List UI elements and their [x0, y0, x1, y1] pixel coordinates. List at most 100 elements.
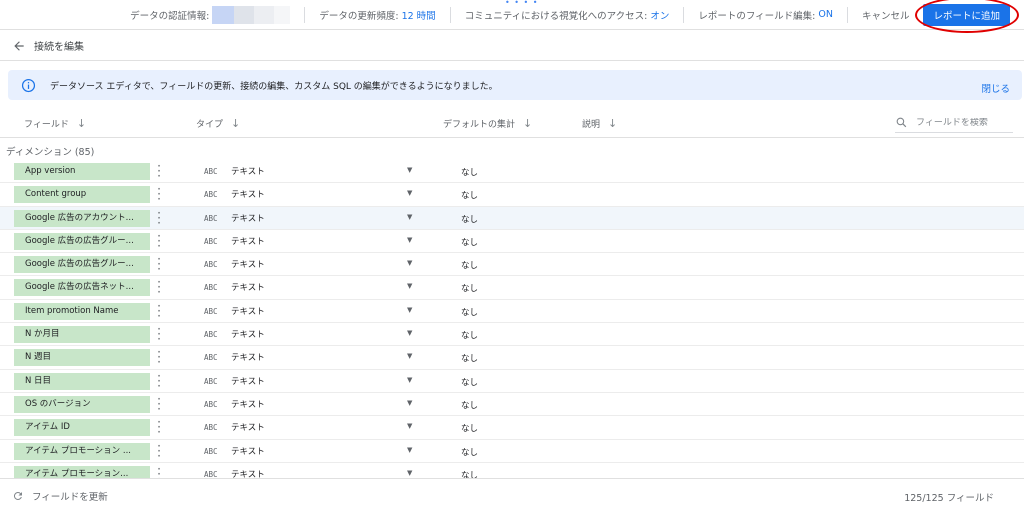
default-agg-value[interactable]: なし: [461, 259, 478, 271]
more-vert-icon[interactable]: ···: [156, 416, 162, 438]
more-vert-icon[interactable]: ···: [156, 323, 162, 345]
field-name-chip[interactable]: Content group: [14, 186, 150, 204]
column-header-type[interactable]: タイプ ↓: [196, 117, 240, 130]
sort-arrow-icon[interactable]: ↓: [523, 117, 532, 130]
type-dropdown[interactable]: テキスト ▼: [231, 328, 421, 342]
column-header-default-agg[interactable]: デフォルトの集計 ↓: [443, 117, 532, 130]
more-vert-icon[interactable]: ···: [156, 160, 162, 182]
community-access-setting[interactable]: コミュニティにおける視覚化へのアクセス: オン: [451, 6, 685, 23]
default-agg-value[interactable]: なし: [461, 376, 478, 388]
sort-arrow-icon[interactable]: ↓: [231, 117, 240, 130]
drag-handle-icon[interactable]: • • • •: [505, 0, 539, 7]
dropdown-caret-icon[interactable]: ▼: [407, 352, 412, 360]
add-to-report-button[interactable]: レポートに追加: [915, 0, 1019, 33]
dropdown-caret-icon[interactable]: ▼: [407, 376, 412, 384]
type-dropdown[interactable]: テキスト ▼: [231, 375, 421, 389]
field-name-chip[interactable]: Google 広告の広告グルー...: [14, 232, 150, 250]
type-dropdown[interactable]: テキスト ▼: [231, 351, 421, 365]
field-name-chip[interactable]: アイテム プロモーション ...: [14, 442, 150, 460]
field-name-chip[interactable]: Item promotion Name: [14, 302, 150, 320]
more-vert-icon[interactable]: ···: [156, 440, 162, 462]
type-dropdown[interactable]: テキスト ▼: [231, 281, 421, 295]
field-name-chip[interactable]: OS のバージョン: [14, 395, 150, 413]
edit-connection-label[interactable]: 接続を編集: [34, 38, 84, 53]
type-dropdown[interactable]: テキスト ▼: [231, 212, 421, 226]
default-agg-value[interactable]: なし: [461, 329, 478, 341]
field-name-chip[interactable]: App version: [14, 163, 150, 180]
text-type-icon: ABC: [204, 330, 218, 340]
default-agg-value[interactable]: なし: [461, 213, 478, 225]
field-search-input[interactable]: [916, 117, 1006, 128]
dropdown-caret-icon[interactable]: ▼: [407, 166, 412, 174]
field-name-chip[interactable]: Google 広告の広告グルー...: [14, 256, 150, 274]
type-dropdown[interactable]: テキスト ▼: [231, 258, 421, 272]
column-header-field[interactable]: フィールド ↓: [24, 117, 86, 130]
more-vert-icon[interactable]: ···: [156, 230, 162, 252]
default-agg-value[interactable]: なし: [461, 166, 478, 178]
type-dropdown[interactable]: テキスト ▼: [231, 421, 421, 435]
type-dropdown[interactable]: テキスト ▼: [231, 165, 421, 179]
more-vert-icon[interactable]: ···: [156, 463, 162, 478]
more-vert-icon[interactable]: ···: [156, 276, 162, 298]
type-dropdown[interactable]: テキスト ▼: [231, 235, 421, 249]
default-agg-value[interactable]: なし: [461, 446, 478, 458]
dropdown-caret-icon[interactable]: ▼: [407, 306, 412, 314]
cancel-button[interactable]: キャンセル: [848, 8, 924, 22]
freshness-value[interactable]: 12 時間: [402, 8, 436, 22]
default-agg-value[interactable]: なし: [461, 352, 478, 364]
field-name-chip[interactable]: N 日目: [14, 372, 150, 390]
dropdown-caret-icon[interactable]: ▼: [407, 236, 412, 244]
default-agg-value[interactable]: なし: [461, 469, 478, 478]
default-agg-value[interactable]: なし: [461, 422, 478, 434]
dropdown-caret-icon[interactable]: ▼: [407, 189, 412, 197]
default-agg-value[interactable]: なし: [461, 306, 478, 318]
more-vert-icon[interactable]: ···: [156, 207, 162, 229]
type-dropdown[interactable]: テキスト ▼: [231, 188, 421, 202]
field-name-chip[interactable]: アイテム ID: [14, 419, 150, 437]
sort-arrow-icon[interactable]: ↓: [608, 117, 617, 130]
sort-arrow-icon[interactable]: ↓: [77, 117, 86, 130]
more-vert-icon[interactable]: ···: [156, 393, 162, 415]
dropdown-caret-icon[interactable]: ▼: [407, 282, 412, 290]
field-edit-value[interactable]: ON: [818, 9, 833, 20]
type-dropdown[interactable]: テキスト ▼: [231, 305, 421, 319]
freshness-setting[interactable]: データの更新頻度: 12 時間: [305, 6, 451, 23]
default-agg-value[interactable]: なし: [461, 399, 478, 411]
arrow-back-icon[interactable]: [12, 39, 26, 53]
field-name-chip[interactable]: Google 広告の広告ネット...: [14, 279, 150, 297]
more-vert-icon[interactable]: ···: [156, 253, 162, 275]
dropdown-caret-icon[interactable]: ▼: [407, 399, 412, 407]
default-agg-value[interactable]: なし: [461, 282, 478, 294]
default-agg-value[interactable]: なし: [461, 189, 478, 201]
text-type-icon: ABC: [204, 260, 218, 270]
dropdown-caret-icon[interactable]: ▼: [407, 329, 412, 337]
type-dropdown[interactable]: テキスト ▼: [231, 445, 421, 459]
dropdown-caret-icon[interactable]: ▼: [407, 213, 412, 221]
dropdown-caret-icon[interactable]: ▼: [407, 422, 412, 430]
credentials-setting[interactable]: データの認証情報:: [116, 5, 306, 24]
edit-connection-link[interactable]: 接続を編集: [0, 31, 1024, 61]
field-name-chip[interactable]: N 週目: [14, 349, 150, 367]
more-vert-icon[interactable]: ···: [156, 300, 162, 322]
field-name-chip[interactable]: Google 広告のアカウント...: [14, 209, 150, 227]
more-vert-icon[interactable]: ···: [156, 346, 162, 368]
field-name-chip[interactable]: N か月目: [14, 326, 150, 344]
type-dropdown[interactable]: テキスト ▼: [231, 468, 421, 478]
dropdown-caret-icon[interactable]: ▼: [407, 469, 412, 477]
field-row: N か月目 · · · ABC テキスト ▼ なし: [0, 323, 1024, 347]
dropdown-caret-icon[interactable]: ▼: [407, 446, 412, 454]
community-access-value[interactable]: オン: [650, 8, 669, 22]
field-list: App version · · · ABC テキスト ▼ なし Content group · · ·…: [0, 160, 1024, 478]
field-edit-setting[interactable]: レポートのフィールド編集: ON: [684, 6, 848, 23]
field-search[interactable]: [895, 113, 1013, 133]
default-agg-value[interactable]: なし: [461, 236, 478, 248]
more-vert-icon[interactable]: ···: [156, 370, 162, 392]
dropdown-caret-icon[interactable]: ▼: [407, 259, 412, 267]
type-dropdown[interactable]: テキスト ▼: [231, 398, 421, 412]
more-vert-icon[interactable]: ···: [156, 183, 162, 205]
field-name-chip[interactable]: アイテム プロモーション...: [14, 465, 150, 478]
field-row: N 週目 · · · ABC テキスト ▼ なし: [0, 346, 1024, 370]
column-header-description[interactable]: 説明 ↓: [582, 117, 617, 130]
banner-close-button[interactable]: 閉じる: [981, 81, 1010, 95]
refresh-fields-button[interactable]: フィールドを更新: [12, 489, 108, 503]
